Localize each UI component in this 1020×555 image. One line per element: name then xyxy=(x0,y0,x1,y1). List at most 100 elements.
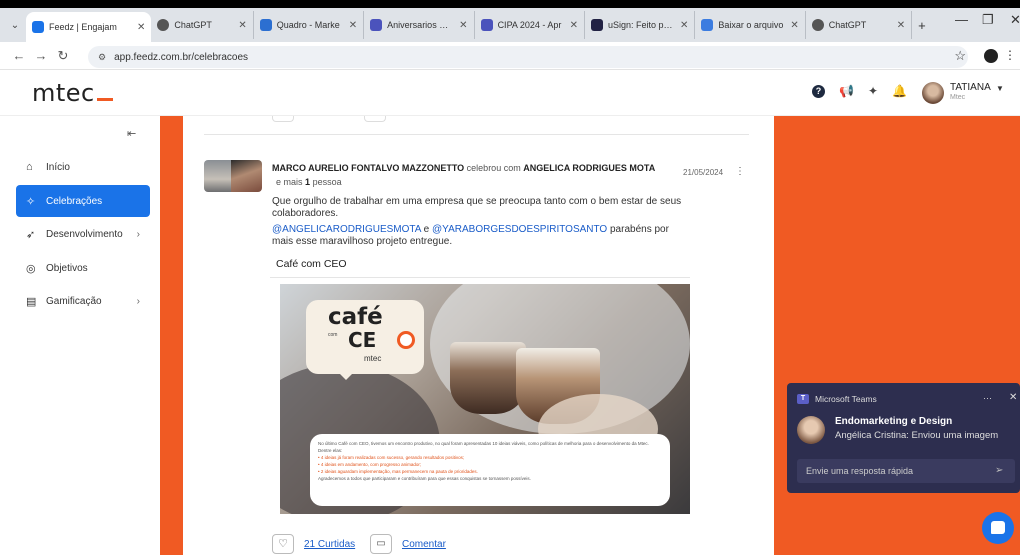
forms-favicon-icon xyxy=(370,19,383,31)
browser-tab[interactable]: uSign: Feito para ✕ xyxy=(585,11,696,39)
browser-tab[interactable]: Baixar o arquivo ✕ xyxy=(695,11,806,39)
gamification-icon: ▤ xyxy=(26,295,37,308)
teams-logo-icon: T xyxy=(797,394,809,404)
sidebar-item-objetivos[interactable]: ◎ Objetivos xyxy=(16,252,150,284)
attachment-title: Café com CEO xyxy=(270,254,690,278)
post-header: MARCO AURELIO FONTALVO MAZZONETTO celebr… xyxy=(272,163,682,173)
bell-icon[interactable]: 🔔 xyxy=(892,84,907,98)
caption-intro: No último Café com CEO, tivemos um encon… xyxy=(318,441,649,453)
sidebar-item-label: Objetivos xyxy=(46,262,88,274)
like-button[interactable]: ♡ xyxy=(272,534,294,554)
target-icon: ◎ xyxy=(26,262,36,275)
tab-close-icon[interactable]: ✕ xyxy=(349,20,357,31)
sidebar-item-celebracoes[interactable]: ✧ Celebrações xyxy=(16,185,150,217)
sidebar-item-label: Início xyxy=(46,161,70,173)
tab-title: CIPA 2024 - Apr xyxy=(497,20,562,30)
tab-close-icon[interactable]: ✕ xyxy=(238,20,246,31)
user-avatar[interactable] xyxy=(922,82,944,104)
post-image[interactable]: café com CE mtec No último Café com CEO,… xyxy=(280,284,690,514)
post-date: 21/05/2024 xyxy=(683,168,724,177)
toast-message: Angélica Cristina: Enviou uma imagem xyxy=(835,430,999,441)
megaphone-icon[interactable]: 📢 xyxy=(839,84,854,98)
usign-favicon-icon xyxy=(590,19,603,31)
browser-profile-icon[interactable] xyxy=(984,49,998,63)
author-avatar[interactable] xyxy=(204,160,231,192)
trello-favicon-icon xyxy=(259,19,272,31)
tab-close-icon[interactable]: ✕ xyxy=(680,20,688,31)
home-icon: ⌂ xyxy=(26,161,33,173)
browser-menu-icon[interactable]: ⋮ xyxy=(1004,48,1016,62)
new-tab-button[interactable]: + xyxy=(912,11,932,39)
user-menu-caret-icon[interactable]: ▼ xyxy=(996,84,1004,93)
sidebar-item-inicio[interactable]: ⌂ Início xyxy=(16,151,150,183)
sidebar-item-gamificacao[interactable]: ▤ Gamificação › xyxy=(16,285,150,317)
recipient-avatar[interactable] xyxy=(231,160,262,192)
tab-close-icon[interactable]: ✕ xyxy=(137,22,145,33)
browser-tab[interactable]: Aniversarios mai ✕ xyxy=(364,11,475,39)
chevron-right-icon: › xyxy=(136,295,140,307)
browser-tab[interactable]: Feedz | Engajam ✕ xyxy=(26,12,152,42)
post-more-people[interactable]: e mais 1 pessoa xyxy=(276,177,342,187)
collapse-sidebar-icon[interactable]: ⇤ xyxy=(127,127,136,140)
browser-tab[interactable]: Quadro - Marke ✕ xyxy=(254,11,365,39)
caption-item: • 4 ideias já foram realizadas com suces… xyxy=(318,455,465,460)
badge-tail xyxy=(336,370,356,380)
browser-tab-strip: ⌄ Feedz | Engajam ✕ ChatGPT ✕ Quadro - M… xyxy=(0,0,1020,42)
back-icon[interactable]: ← xyxy=(8,48,30,63)
forward-icon[interactable]: → xyxy=(30,48,52,63)
tab-close-icon[interactable]: ✕ xyxy=(790,20,798,31)
badge-mtec-text: mtec xyxy=(364,354,382,363)
tab-title: ChatGPT xyxy=(828,20,867,30)
likes-count-link[interactable]: 21 Curtidas xyxy=(304,539,355,550)
close-window-icon[interactable]: ✕ xyxy=(1010,12,1020,28)
user-company: Mtec xyxy=(950,94,966,101)
browser-tab[interactable]: ChatGPT ✕ xyxy=(806,11,913,39)
mention-link[interactable]: @YARABORGESDOESPIRITOSANTO xyxy=(432,224,607,235)
page-background-left xyxy=(160,116,183,555)
download-favicon-icon xyxy=(701,19,714,31)
quick-reply-input[interactable]: Envie uma resposta rápida xyxy=(797,459,1015,483)
restore-icon[interactable]: ❐ xyxy=(982,12,994,28)
ceo-o-ring-icon xyxy=(397,331,415,349)
url-input[interactable]: ⚙ app.feedz.com.br/celebracoes xyxy=(88,46,968,68)
mention-link[interactable]: @ANGELICARODRIGUESMOTA xyxy=(272,224,421,235)
tab-search-chevron-icon[interactable]: ⌄ xyxy=(4,14,26,36)
header-icons: ? 📢 ✦ 🔔 xyxy=(812,84,907,98)
help-icon[interactable]: ? xyxy=(812,84,825,98)
tab-title: Feedz | Engajam xyxy=(49,22,117,32)
toast-close-icon[interactable]: ✕ xyxy=(1009,392,1017,403)
tab-title: Quadro - Marke xyxy=(276,20,340,30)
chatgpt-favicon-icon xyxy=(157,19,170,31)
post-mentions: @ANGELICARODRIGUESMOTA e @YARABORGESDOES… xyxy=(272,224,669,247)
sidebar-item-label: Celebrações xyxy=(46,195,103,207)
browser-tab[interactable]: CIPA 2024 - Apr ✕ xyxy=(475,11,585,39)
comment-link[interactable]: Comentar xyxy=(402,539,446,550)
browser-tab[interactable]: ChatGPT ✕ xyxy=(151,11,254,39)
toast-more-icon[interactable]: ··· xyxy=(983,393,992,403)
send-icon[interactable]: ➢ xyxy=(995,465,1003,476)
tab-close-icon[interactable]: ✕ xyxy=(459,20,467,31)
post-author[interactable]: MARCO AURELIO FONTALVO MAZZONETTO xyxy=(272,163,464,173)
tab-close-icon[interactable]: ✕ xyxy=(897,20,905,31)
user-name[interactable]: TATIANA xyxy=(950,82,991,93)
sidebar-item-desenvolvimento[interactable]: ➶ Desenvolvimento › xyxy=(16,218,150,250)
comment-button[interactable]: ▭ xyxy=(370,534,392,554)
divider xyxy=(204,134,749,135)
minimize-icon[interactable]: — xyxy=(955,12,968,27)
tab-title: uSign: Feito para xyxy=(607,20,674,30)
bookmark-star-icon[interactable]: ☆ xyxy=(954,48,966,64)
post-options-icon[interactable]: ⋮ xyxy=(735,166,745,177)
post-text: Que orgulho de trabalhar em uma empresa … xyxy=(272,196,682,219)
teams-notification[interactable]: T Microsoft Teams ··· ✕ Endomarketing e … xyxy=(787,383,1020,493)
tab-title: Baixar o arquivo xyxy=(718,20,784,30)
reload-icon[interactable]: ↻ xyxy=(52,48,74,64)
post-recipient[interactable]: ANGELICA RODRIGUES MOTA xyxy=(523,163,655,173)
site-info-icon[interactable]: ⚙ xyxy=(98,52,106,63)
previous-post-button[interactable] xyxy=(272,116,294,122)
app-header: mtec ? 📢 ✦ 🔔 xyxy=(0,70,1020,116)
celebrate-icon[interactable]: ✦ xyxy=(868,84,878,98)
chatgpt-favicon-icon xyxy=(811,19,824,31)
tab-close-icon[interactable]: ✕ xyxy=(570,20,578,31)
previous-post-button[interactable] xyxy=(364,116,386,122)
mtec-logo[interactable]: mtec xyxy=(32,79,113,107)
